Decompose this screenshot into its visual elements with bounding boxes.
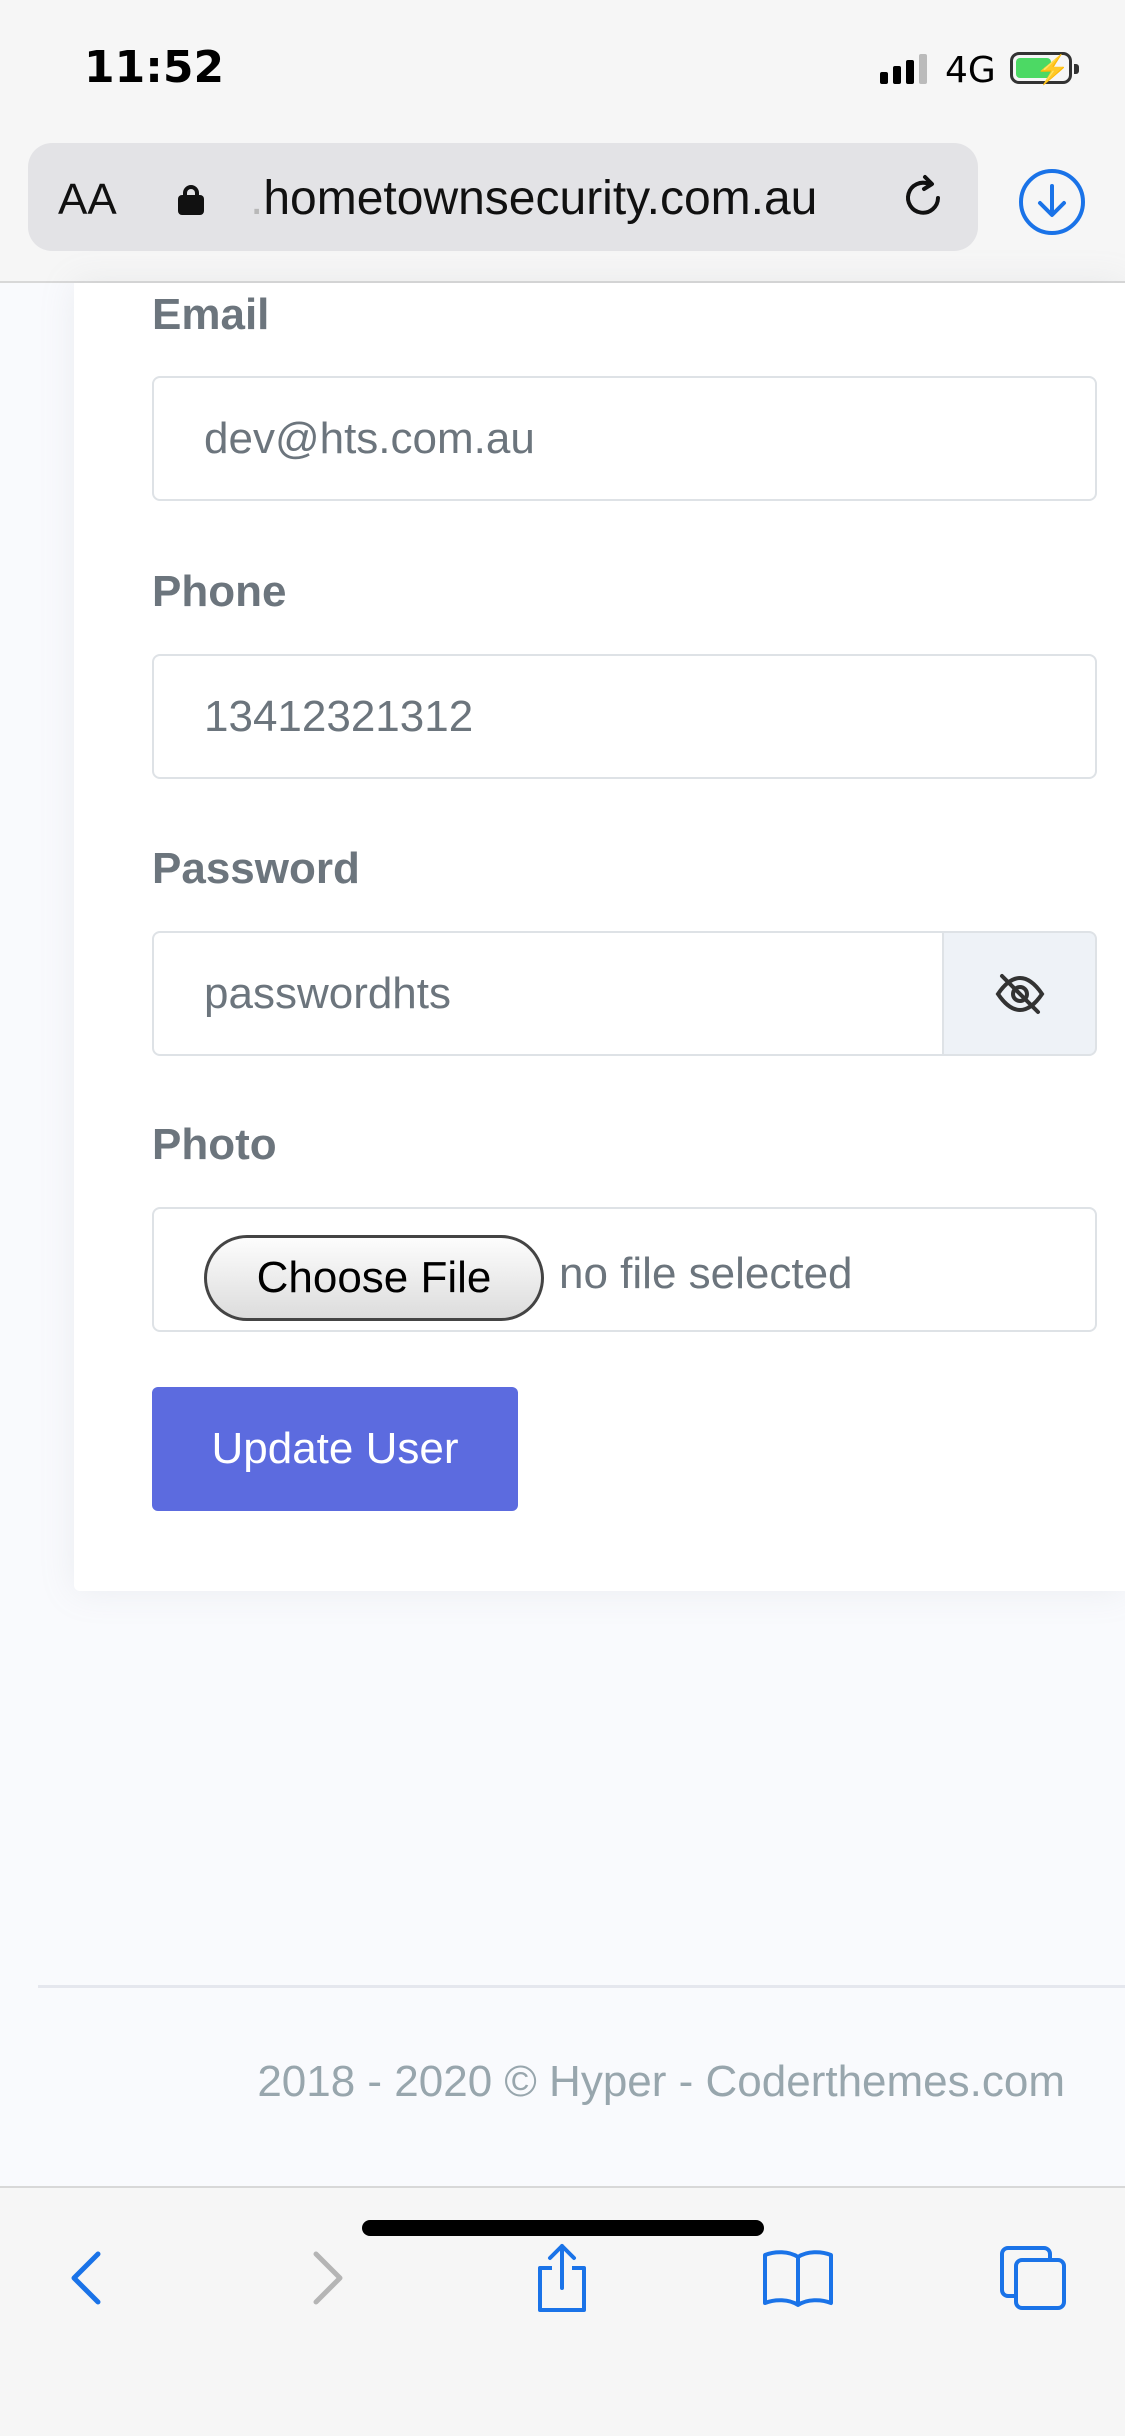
forward-icon[interactable]: [288, 2238, 368, 2318]
back-icon[interactable]: [46, 2238, 126, 2318]
cellular-signal-icon: [880, 52, 927, 84]
url-text[interactable]: .hometownsecurity.com.au: [250, 171, 817, 226]
update-user-button[interactable]: Update User: [152, 1387, 518, 1511]
url-prefix: .: [250, 172, 264, 225]
file-status: no file selected: [559, 1249, 853, 1298]
password-label: Password: [152, 844, 360, 893]
browser-top-chrome: 11:52 4G ⚡ AA .hometownsecurity.com.au: [0, 0, 1125, 283]
download-icon[interactable]: [1019, 169, 1085, 235]
text-size-label: AA: [58, 175, 117, 224]
address-bar[interactable]: AA .hometownsecurity.com.au: [28, 143, 978, 251]
password-value: passwordhts: [204, 969, 452, 1018]
photo-file-input: Choose File no file selected: [152, 1207, 1097, 1332]
status-time: 11:52: [84, 42, 225, 93]
text-size-button[interactable]: AA: [58, 175, 117, 225]
footer-divider: [38, 1985, 1125, 1988]
url-domain: hometownsecurity.com.au: [263, 172, 818, 225]
email-value: dev@hts.com.au: [204, 414, 535, 463]
network-label: 4G: [945, 50, 996, 91]
password-visibility-toggle[interactable]: [942, 931, 1097, 1056]
battery-charging-icon: ⚡: [1010, 52, 1079, 85]
choose-file-button[interactable]: Choose File: [204, 1235, 544, 1321]
phone-value: 13412321312: [204, 692, 474, 741]
password-field[interactable]: passwordhts: [152, 931, 944, 1056]
lock-icon: [178, 185, 204, 215]
email-field[interactable]: dev@hts.com.au: [152, 376, 1097, 501]
tabs-icon[interactable]: [994, 2238, 1074, 2318]
eye-slash-icon: [995, 973, 1044, 1014]
home-indicator: [362, 2220, 764, 2236]
footer-copyright: 2018 - 2020 © Hyper - Coderthemes.com: [257, 2057, 1065, 2106]
share-icon[interactable]: [522, 2238, 602, 2318]
reload-icon[interactable]: [898, 173, 948, 223]
photo-label: Photo: [152, 1120, 277, 1169]
email-label: Email: [152, 290, 270, 339]
phone-label: Phone: [152, 567, 287, 616]
bookmarks-icon[interactable]: [758, 2238, 838, 2318]
phone-field[interactable]: 13412321312: [152, 654, 1097, 779]
